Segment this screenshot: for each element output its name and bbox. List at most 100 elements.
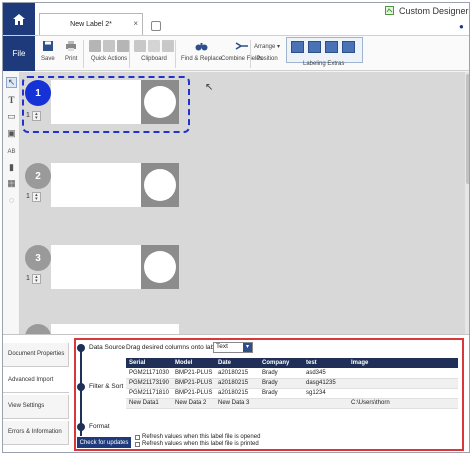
step-dot xyxy=(77,423,85,431)
dropdown-value: Text xyxy=(216,343,228,350)
quantity-value: 1 xyxy=(26,193,30,200)
quick-actions-group[interactable]: Quick Actions xyxy=(89,38,129,62)
find-replace-label: Find & Replace xyxy=(181,56,223,62)
position-group[interactable]: Arrange ▾ Position xyxy=(254,38,280,63)
find-replace-button[interactable]: Find & Replace xyxy=(181,38,222,62)
table-cell: New Data1 xyxy=(126,398,172,409)
sequence-tool-icon[interactable]: AB xyxy=(6,146,17,157)
cut-icon[interactable] xyxy=(134,40,146,52)
scrollbar-thumb[interactable] xyxy=(466,74,469,184)
label-preview[interactable] xyxy=(51,163,179,207)
label-image-circle xyxy=(144,86,176,118)
label-quantity[interactable]: 1 ▴ ▾ xyxy=(26,273,48,284)
shape-tool-icon[interactable]: ▭ xyxy=(6,111,17,122)
custom-designer-logo-icon xyxy=(385,6,394,15)
print-icon xyxy=(66,41,77,51)
home-icon xyxy=(13,13,25,25)
clipboard-group[interactable]: Clipboard xyxy=(134,38,174,62)
table-row[interactable]: PGM21171030 BMP21-PLUS a20180215 Brady a… xyxy=(126,368,458,379)
checkbox[interactable] xyxy=(135,441,140,447)
print-button[interactable]: Print xyxy=(65,38,77,62)
label-preview[interactable] xyxy=(51,80,179,124)
table-cell: a20180215 xyxy=(215,378,259,389)
save-icon xyxy=(42,41,53,51)
label-number-badge[interactable] xyxy=(25,324,51,334)
column-header[interactable]: Model xyxy=(172,358,215,368)
barcode-tool-icon[interactable]: ▮ xyxy=(6,162,17,173)
ribbon-divider xyxy=(175,40,176,68)
tab-errors-information[interactable]: Errors & Information xyxy=(3,421,69,445)
label-preview[interactable] xyxy=(51,245,179,289)
labeling-extra-button[interactable] xyxy=(308,41,321,53)
canvas-scrollbar[interactable] xyxy=(465,72,469,334)
column-header[interactable]: Company xyxy=(259,358,303,368)
chevron-down-icon[interactable]: ▾ xyxy=(243,343,252,352)
labeling-extra-button[interactable] xyxy=(342,41,355,53)
import-data-table[interactable]: Serial Model Date Company test Image PGM… xyxy=(126,358,458,409)
label-number-badge[interactable]: 3 xyxy=(25,245,51,271)
quick-action-icon[interactable] xyxy=(89,40,101,52)
labeling-extra-button[interactable] xyxy=(291,41,304,53)
label-image-circle xyxy=(144,169,176,201)
quantity-value: 1 xyxy=(26,112,30,119)
app-title: Custom Designer xyxy=(399,6,469,16)
file-button[interactable]: File xyxy=(3,36,35,71)
table-row[interactable]: New Data1 New Data 2 New Data 3 C:\Users… xyxy=(126,398,458,409)
refresh-on-open-label: Refresh values when this label file is o… xyxy=(142,434,261,440)
column-header[interactable]: Image xyxy=(348,358,458,368)
arrange-dropdown[interactable]: Arrange ▾ xyxy=(254,43,280,50)
label-canvas[interactable]: 1 1 ▴ ▾ 2 1 ▴ ▾ 3 1 ▴ ▾ ↖ xyxy=(20,72,469,334)
object-tool-icon[interactable]: ◌ xyxy=(6,194,17,205)
label-number-badge[interactable]: 2 xyxy=(25,163,51,189)
select-tool-icon[interactable]: ↖ xyxy=(6,77,17,88)
checkbox[interactable] xyxy=(135,434,140,440)
label-number-badge[interactable]: 1 xyxy=(25,80,51,106)
text-tool-icon[interactable]: T xyxy=(6,94,17,105)
table-cell xyxy=(348,368,458,379)
table-row[interactable]: PGM21173190 BMP21-PLUS a20180215 Brady d… xyxy=(126,378,458,389)
refresh-on-open-checkbox[interactable]: Refresh values when this label file is o… xyxy=(135,434,260,440)
tab-document-properties[interactable]: Document Properties xyxy=(3,343,69,367)
labeling-extra-button[interactable] xyxy=(325,41,338,53)
step-data-source: Data Source xyxy=(89,344,126,351)
new-tab-button[interactable] xyxy=(151,21,161,31)
save-button[interactable]: Save xyxy=(41,38,55,62)
table-cell: Brady xyxy=(259,388,303,399)
home-button[interactable] xyxy=(3,3,35,35)
notification-icon[interactable]: ● xyxy=(459,22,464,31)
quantity-stepper[interactable]: ▴ ▾ xyxy=(31,110,41,121)
check-for-updates-button[interactable]: Check for updates xyxy=(77,437,131,448)
table-cell xyxy=(348,388,458,399)
label-quantity[interactable]: 1 ▴ ▾ xyxy=(26,191,48,202)
table-row[interactable]: PGM21171810 BMP21-PLUS a20180215 Brady s… xyxy=(126,388,458,399)
table-cell xyxy=(303,398,348,409)
drag-instructions: Drag desired columns onto label: xyxy=(126,344,222,351)
label-quantity[interactable]: 1 ▴ ▾ xyxy=(26,110,48,121)
table-cell: New Data 2 xyxy=(172,398,215,409)
tab-close-icon[interactable]: × xyxy=(133,19,138,28)
column-header[interactable]: test xyxy=(303,358,348,368)
image-tool-icon[interactable]: ▣ xyxy=(6,128,17,139)
step-dot xyxy=(77,383,85,391)
label-preview[interactable] xyxy=(51,324,179,334)
copy-icon[interactable] xyxy=(148,40,160,52)
quick-action-icon[interactable] xyxy=(103,40,115,52)
table-cell: dasg41235 xyxy=(303,378,348,389)
column-header[interactable]: Date xyxy=(215,358,259,368)
tool-palette: ↖ T ▭ ▣ AB ▮ ▦ ◌ xyxy=(3,72,20,342)
position-label: Position xyxy=(256,56,278,62)
paste-icon[interactable] xyxy=(162,40,174,52)
quantity-stepper[interactable]: ▴ ▾ xyxy=(31,273,41,284)
tab-new-label-2[interactable]: New Label 2* × xyxy=(39,13,143,35)
labeling-extras-label: Labeling Extras xyxy=(303,61,345,67)
title-bar: New Label 2* × Custom Designer ● xyxy=(3,3,469,35)
tab-view-settings[interactable]: View Settings xyxy=(3,395,69,419)
quick-action-icon[interactable] xyxy=(117,40,129,52)
tab-advanced-import[interactable]: Advanced Import xyxy=(3,369,69,393)
picture-tool-icon[interactable]: ▦ xyxy=(6,178,17,189)
quantity-stepper[interactable]: ▴ ▾ xyxy=(31,191,41,202)
column-type-dropdown[interactable]: Text ▾ xyxy=(213,342,253,353)
table-cell: New Data 3 xyxy=(215,398,259,409)
refresh-on-print-checkbox[interactable]: Refresh values when this label file is p… xyxy=(135,441,259,447)
column-header[interactable]: Serial xyxy=(126,358,172,368)
